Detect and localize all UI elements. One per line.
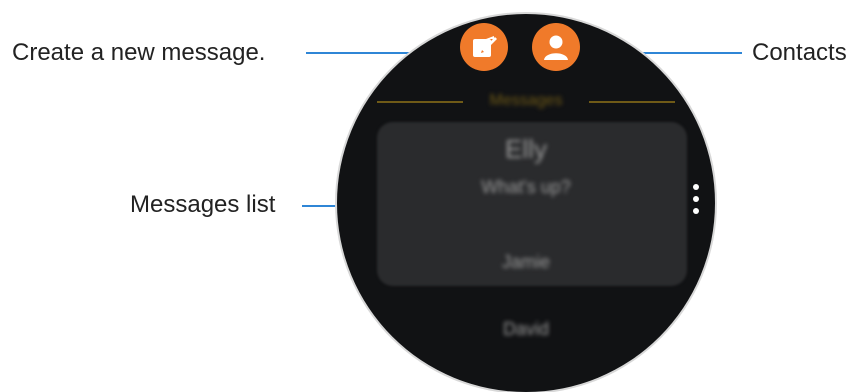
watch-screen: Messages Elly What's up? Jamie David bbox=[337, 14, 715, 392]
conversation-name[interactable]: Jamie bbox=[447, 252, 605, 273]
compose-button[interactable] bbox=[460, 23, 508, 71]
conversation-preview[interactable]: What's up? bbox=[437, 177, 615, 198]
compose-icon bbox=[473, 36, 497, 57]
annotation-create-message: Create a new message. bbox=[12, 39, 266, 66]
conversation-name[interactable]: David bbox=[447, 319, 605, 340]
person-icon bbox=[544, 35, 568, 60]
header-divider-left bbox=[377, 101, 463, 103]
contacts-button[interactable] bbox=[532, 23, 580, 71]
conversation-name[interactable]: Elly bbox=[437, 134, 615, 165]
header-divider-right bbox=[589, 101, 675, 103]
header-title: Messages bbox=[489, 92, 563, 109]
annotation-messages-list: Messages list bbox=[130, 191, 276, 218]
more-options-icon[interactable] bbox=[691, 184, 701, 224]
annotation-contacts: Contacts bbox=[752, 39, 847, 66]
